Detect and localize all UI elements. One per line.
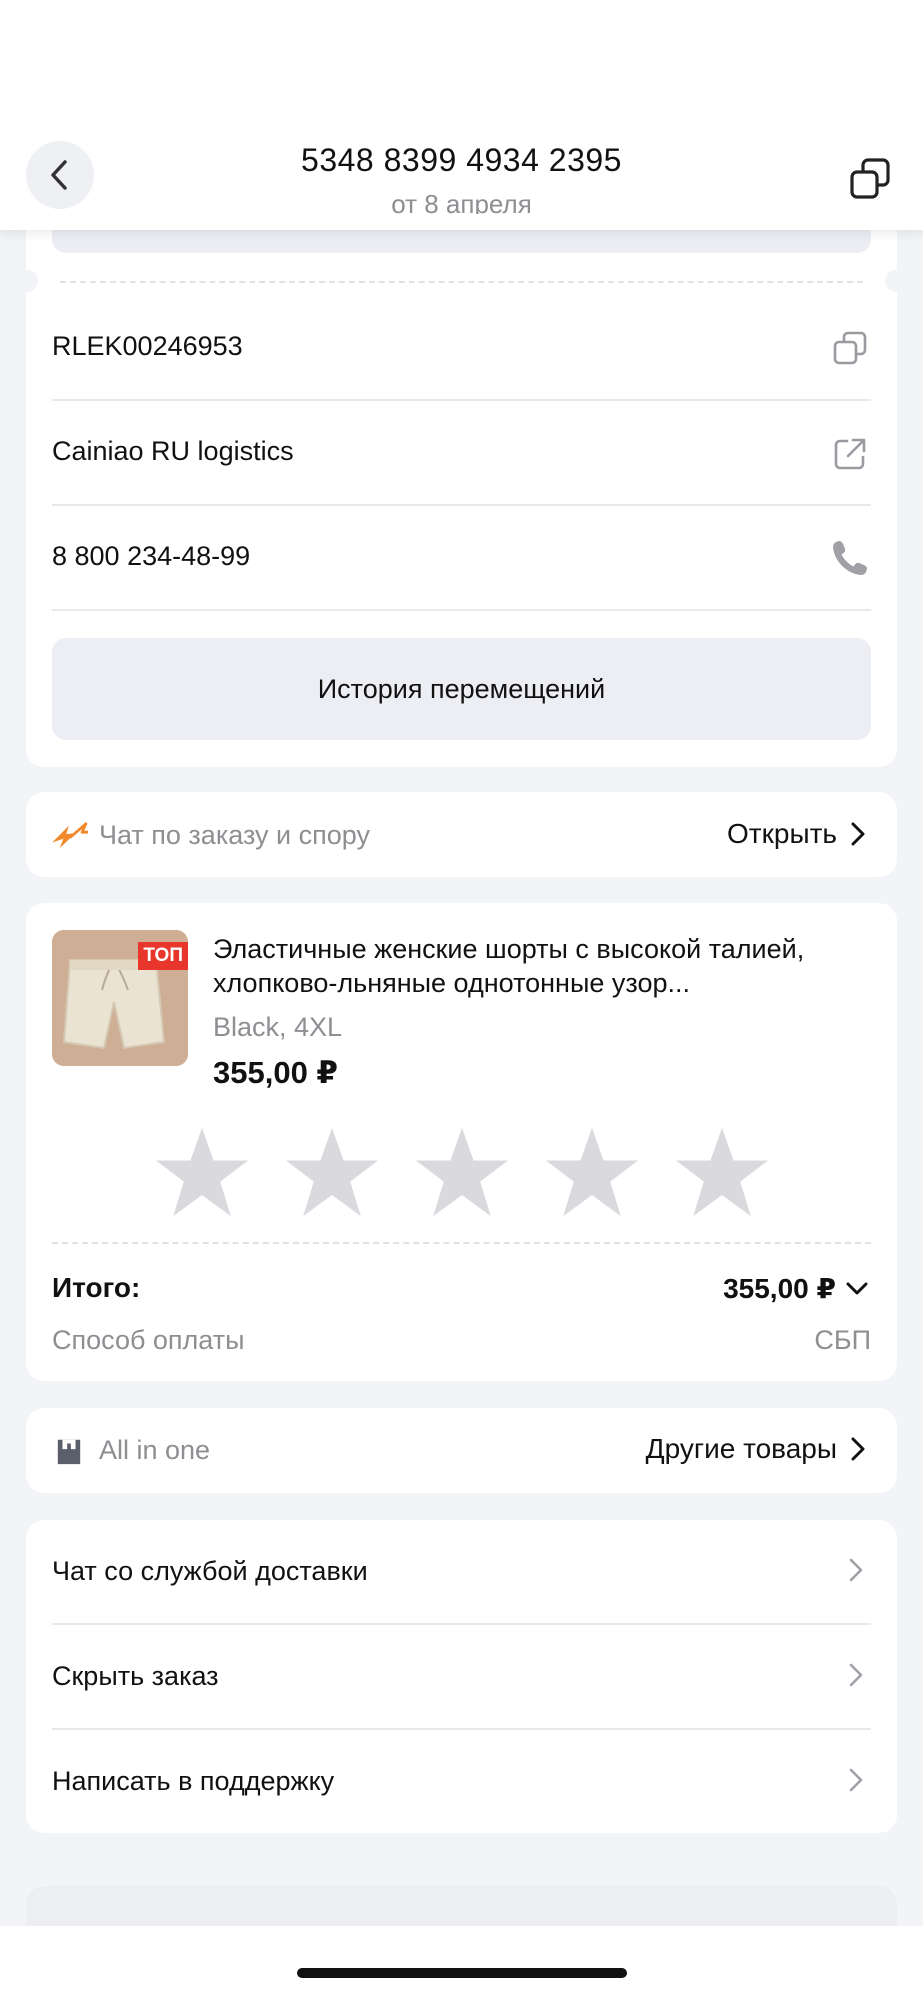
track-number: RLEK00246953 [52, 331, 243, 361]
product-title[interactable]: Эластичные женские шорты с высокой талие… [213, 932, 865, 1000]
star-icon[interactable] [284, 1126, 380, 1218]
carrier-name[interactable]: Cainiao RU logistics [52, 436, 294, 467]
other-products-label: Другие товары [645, 1433, 837, 1464]
product-image[interactable]: ТОП [52, 930, 188, 1066]
external-link-icon[interactable] [832, 436, 868, 472]
product-price: 355,00 ₽ [213, 1055, 338, 1090]
star-icon[interactable] [154, 1126, 250, 1218]
total-label: Итого: [52, 1272, 141, 1303]
total-value: 355,00 ₽ [723, 1273, 836, 1304]
open-chat-button[interactable]: Открыть [727, 818, 865, 850]
phone-icon[interactable] [830, 538, 870, 578]
action-item-support[interactable]: Написать в поддержку [52, 1730, 871, 1834]
action-item-hide-order[interactable]: Скрыть заказ [52, 1625, 871, 1729]
ticket-notch-right [885, 270, 907, 292]
chevron-right-icon [849, 1663, 863, 1687]
top-badge: ТОП [138, 942, 188, 970]
other-products-button[interactable]: Другие товары [646, 1433, 865, 1465]
product-variant: Black, 4XL [213, 1012, 343, 1042]
home-indicator-area [0, 1926, 923, 2000]
payment-method-value: СБП [814, 1325, 871, 1355]
order-chat-label: Чат по заказу и спору [99, 820, 370, 850]
dashed-divider [60, 281, 863, 283]
open-chat-label: Открыть [727, 818, 837, 849]
ticket-notch-left [16, 270, 38, 292]
action-label: Скрыть заказ [52, 1661, 219, 1691]
chevron-right-icon [849, 1558, 863, 1582]
order-date: от 8 апреля [391, 189, 532, 214]
action-label: Написать в поддержку [52, 1766, 335, 1796]
home-indicator [297, 1968, 627, 1978]
flash-icon [52, 822, 88, 849]
chevron-right-icon [849, 1768, 863, 1792]
divider [52, 504, 871, 506]
movement-history-button[interactable]: История перемещений [52, 638, 871, 740]
store-icon [57, 1439, 81, 1465]
star-icon[interactable] [414, 1126, 510, 1218]
chevron-right-icon [851, 822, 865, 846]
copy-icon[interactable] [847, 156, 893, 202]
rating-stars [154, 1126, 770, 1218]
chevron-right-icon [851, 1437, 865, 1461]
star-icon[interactable] [674, 1126, 770, 1218]
action-label: Чат со службой доставки [52, 1556, 368, 1586]
store-name: All in one [99, 1435, 211, 1465]
carrier-phone[interactable]: 8 800 234-48-99 [52, 541, 250, 572]
star-icon[interactable] [544, 1126, 640, 1218]
copy-icon[interactable] [832, 330, 868, 366]
total-toggle[interactable]: 355,00 ₽ [723, 1272, 868, 1305]
payment-method-label: Способ оплаты [52, 1325, 245, 1355]
top-bar: 5348 8399 4934 2395 от 8 апреля [0, 0, 923, 230]
chevron-down-icon [846, 1282, 868, 1294]
bottom-partial-card [26, 1886, 897, 1926]
divider [52, 609, 871, 611]
action-item-delivery-chat[interactable]: Чат со службой доставки [52, 1520, 871, 1624]
order-number: 5348 8399 4934 2395 [301, 142, 622, 178]
divider [52, 399, 871, 401]
dashed-divider [52, 1242, 871, 1244]
